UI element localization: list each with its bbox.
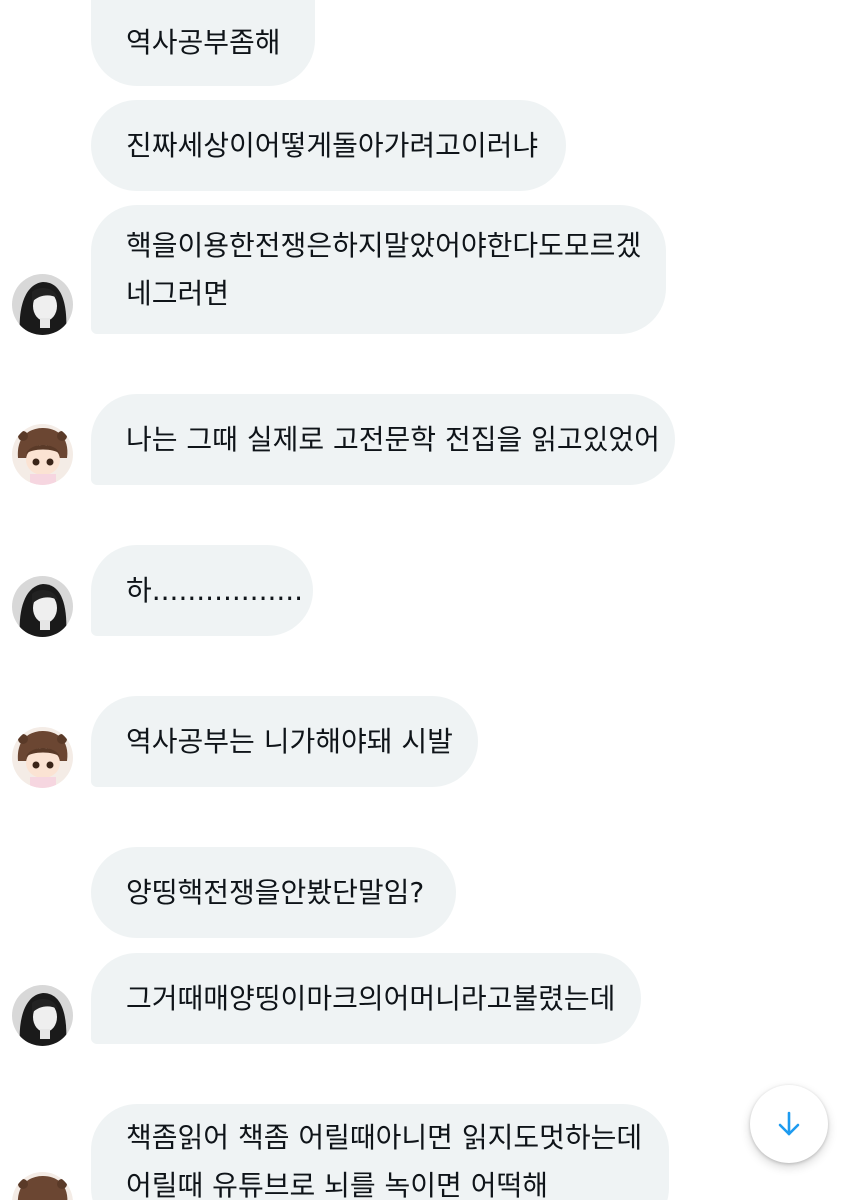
message-text: 나는 그때 실제로 고전문학 전집을 읽고있었어: [126, 422, 660, 456]
message-text: 네그러면: [126, 276, 230, 310]
avatar-girl[interactable]: [12, 274, 73, 335]
avatar-girl-image: [12, 576, 73, 637]
message-text: 역사공부좀해: [126, 26, 281, 59]
avatar-boy[interactable]: [12, 1172, 73, 1200]
avatar-boy[interactable]: [12, 727, 73, 788]
message-text: 진짜세상이어떻게돌아가려고이러냐: [126, 128, 539, 162]
message-text: 역사공부는 니가해야돼 시발: [126, 724, 453, 758]
message-bubble: 진짜세상이어떻게돌아가려고이러냐: [91, 100, 566, 191]
message-text: 하.................: [126, 573, 304, 607]
avatar-boy-image: [12, 1172, 73, 1200]
message-bubble: 양띵핵전쟁을안봤단말임?: [91, 847, 456, 938]
scroll-to-bottom-button[interactable]: [750, 1085, 828, 1163]
avatar-boy-image: [12, 727, 73, 788]
avatar-girl[interactable]: [12, 985, 73, 1046]
avatar-girl[interactable]: [12, 576, 73, 637]
arrow-down-icon: [778, 1111, 800, 1136]
message-text: 어릴때 유튜브로 뇌를 녹이면 어떡해: [126, 1169, 549, 1200]
message-bubble: 역사공부는 니가해야돼 시발: [91, 696, 478, 787]
message-bubble: 그거때매양띵이마크의어머니라고불렸는데: [91, 953, 641, 1044]
message-bubble: 책좀읽어 책좀 어릴때아니면 읽지도멋하는데 어릴때 유튜브로 뇌를 녹이면 어…: [91, 1104, 669, 1200]
message-bubble: 나는 그때 실제로 고전문학 전집을 읽고있었어: [91, 394, 675, 485]
message-text: 양띵핵전쟁을안봤단말임?: [126, 875, 425, 909]
message-bubble: 핵을이용한전쟁은하지말았어야한다도모르겠 네그러면: [91, 205, 666, 334]
avatar-girl-image: [12, 985, 73, 1046]
message-text: 그거때매양띵이마크의어머니라고불렸는데: [126, 981, 616, 1015]
message-bubble: 역사공부좀해: [91, 0, 315, 86]
avatar-girl-image: [12, 274, 73, 335]
message-bubble: 하.................: [91, 545, 313, 636]
message-text: 핵을이용한전쟁은하지말았어야한다도모르겠: [126, 228, 642, 262]
message-text: 책좀읽어 책좀 어릴때아니면 읽지도멋하는데: [126, 1121, 643, 1154]
avatar-boy-image: [12, 424, 73, 485]
avatar-boy[interactable]: [12, 424, 73, 485]
